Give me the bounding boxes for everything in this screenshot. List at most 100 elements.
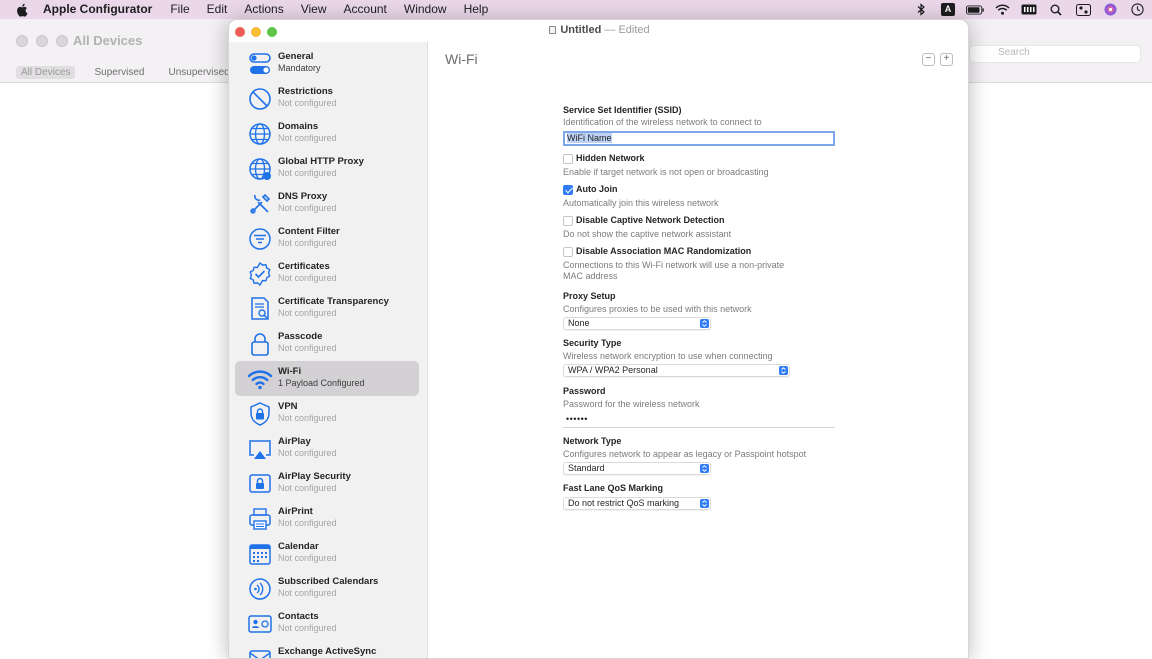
password-input[interactable]: •••••• <box>563 413 835 428</box>
password-label: Password <box>563 386 606 396</box>
sidebar-item-title: Wi-Fi <box>278 366 302 377</box>
sidebar-item-airprint[interactable]: AirPrint Not configured <box>235 501 419 536</box>
document-separator: — <box>604 24 616 36</box>
keyboard-icon[interactable] <box>1020 3 1038 17</box>
sidebar-item-content-filter[interactable]: Content Filter Not configured <box>235 221 419 256</box>
sidebar-item-title: Global HTTP Proxy <box>278 156 364 167</box>
proxy-setup-select[interactable]: None <box>563 317 711 330</box>
payload-sidebar: General Mandatory Restrictions Not confi… <box>229 42 428 658</box>
sidebar-item-vpn[interactable]: VPN Not configured <box>235 396 419 431</box>
apple-logo-icon[interactable] <box>14 3 30 17</box>
captive-detection-description: Do not show the captive network assistan… <box>563 229 732 239</box>
payload-title: Wi-Fi <box>445 51 478 67</box>
wifi-icon <box>247 366 273 392</box>
menu-app-name[interactable]: Apple Configurator <box>43 0 152 19</box>
spotlight-icon[interactable] <box>1047 3 1065 17</box>
control-center-icon[interactable] <box>1074 3 1092 17</box>
toggle-switches-icon <box>247 51 273 77</box>
certificate-seal-icon <box>247 261 273 287</box>
sidebar-item-subtitle: 1 Payload Configured <box>278 378 365 388</box>
siri-icon[interactable] <box>1101 3 1119 17</box>
ssid-value: WiFi Name <box>567 133 612 143</box>
remove-payload-button[interactable]: − <box>922 53 935 66</box>
sidebar-item-subtitle: Mandatory <box>278 63 321 73</box>
sidebar-item-subscribed-calendars[interactable]: Subscribed Calendars Not configured <box>235 571 419 606</box>
tools-icon <box>247 191 273 217</box>
sidebar-item-title: Certificate Transparency <box>278 296 389 307</box>
qos-select[interactable]: Do not restrict QoS marking <box>563 497 711 510</box>
input-source-letter: A <box>941 3 955 16</box>
title-bar: Untitled — Edited <box>229 20 968 42</box>
chevron-updown-icon <box>700 464 709 473</box>
printer-icon <box>247 506 273 532</box>
payload-editor: Wi-Fi − + Service Set Identifier (SSID) … <box>428 42 968 658</box>
menu-edit[interactable]: Edit <box>207 0 228 19</box>
airplay-icon <box>247 436 273 462</box>
sidebar-item-title: AirPlay Security <box>278 471 351 482</box>
sidebar-item-title: Calendar <box>278 541 319 552</box>
network-type-label: Network Type <box>563 436 622 446</box>
bluetooth-icon[interactable] <box>912 3 930 17</box>
add-payload-button[interactable]: + <box>940 53 953 66</box>
sidebar-item-restrictions[interactable]: Restrictions Not configured <box>235 81 419 116</box>
qos-label: Fast Lane QoS Marking <box>563 483 664 493</box>
sidebar-item-airplay-security[interactable]: AirPlay Security Not configured <box>235 466 419 501</box>
sidebar-item-certificate-transparency[interactable]: Certificate Transparency Not configured <box>235 291 419 326</box>
menu-help[interactable]: Help <box>464 0 489 19</box>
sidebar-item-subtitle: Not configured <box>278 518 337 528</box>
sidebar-item-contacts[interactable]: Contacts Not configured <box>235 606 419 641</box>
security-type-select[interactable]: WPA / WPA2 Personal <box>563 364 790 377</box>
sidebar-item-title: Certificates <box>278 261 330 272</box>
security-type-description: Wireless network encryption to use when … <box>563 351 773 361</box>
sidebar-item-global-http-proxy[interactable]: Global HTTP Proxy Not configured <box>235 151 419 186</box>
clock-icon[interactable] <box>1128 3 1146 17</box>
auto-join-description: Automatically join this wireless network <box>563 198 719 208</box>
contact-card-icon <box>247 611 273 637</box>
device-search-field[interactable]: Search <box>969 45 1141 63</box>
network-type-select[interactable]: Standard <box>563 462 711 475</box>
auto-join-checkbox[interactable] <box>563 185 573 195</box>
sidebar-item-passcode[interactable]: Passcode Not configured <box>235 326 419 361</box>
sidebar-item-subtitle: Not configured <box>278 588 337 598</box>
sidebar-item-subtitle: Not configured <box>278 343 337 353</box>
mac-randomization-checkbox[interactable] <box>563 247 573 257</box>
bg-close-button[interactable] <box>16 35 28 47</box>
sidebar-item-subtitle: Not configured <box>278 133 337 143</box>
sidebar-item-domains[interactable]: Domains Not configured <box>235 116 419 151</box>
sidebar-item-dns-proxy[interactable]: DNS Proxy Not configured <box>235 186 419 221</box>
calendar-icon <box>247 541 273 567</box>
battery-icon[interactable] <box>966 3 984 17</box>
sidebar-item-wifi[interactable]: Wi-Fi 1 Payload Configured <box>235 361 419 396</box>
proxy-setup-label: Proxy Setup <box>563 291 616 301</box>
wifi-status-icon[interactable] <box>993 3 1011 17</box>
sidebar-item-general[interactable]: General Mandatory <box>235 46 419 81</box>
sidebar-item-calendar[interactable]: Calendar Not configured <box>235 536 419 571</box>
tab-supervised[interactable]: Supervised <box>89 66 149 79</box>
menu-window[interactable]: Window <box>404 0 447 19</box>
sidebar-item-airplay[interactable]: AirPlay Not configured <box>235 431 419 466</box>
tab-all-devices[interactable]: All Devices <box>16 66 76 79</box>
ssid-input[interactable]: WiFi Name <box>563 131 835 146</box>
menu-view[interactable]: View <box>301 0 327 19</box>
bg-minimize-button[interactable] <box>36 35 48 47</box>
document-icon <box>549 26 557 34</box>
input-source-icon[interactable]: A <box>939 3 957 17</box>
menu-actions[interactable]: Actions <box>244 0 283 19</box>
menu-file[interactable]: File <box>170 0 189 19</box>
mac-randomization-description: Connections to this Wi-Fi network will u… <box>563 260 785 270</box>
sidebar-item-title: Subscribed Calendars <box>278 576 379 587</box>
sidebar-item-certificates[interactable]: Certificates Not configured <box>235 256 419 291</box>
menu-account[interactable]: Account <box>344 0 387 19</box>
sidebar-item-exchange-activesync[interactable]: Exchange ActiveSync <box>235 641 419 658</box>
sidebar-item-title: Restrictions <box>278 86 333 97</box>
document-status: Edited <box>618 24 650 36</box>
qos-value: Do not restrict QoS marking <box>568 498 680 508</box>
sidebar-item-subtitle: Not configured <box>278 168 337 178</box>
bg-zoom-button[interactable] <box>56 35 68 47</box>
lock-icon <box>247 331 273 357</box>
hidden-network-checkbox[interactable] <box>563 154 573 164</box>
captive-detection-checkbox[interactable] <box>563 216 573 226</box>
chevron-updown-icon <box>700 499 709 508</box>
document-title: Untitled — Edited <box>229 24 968 36</box>
tab-unsupervised[interactable]: Unsupervised <box>164 66 235 79</box>
